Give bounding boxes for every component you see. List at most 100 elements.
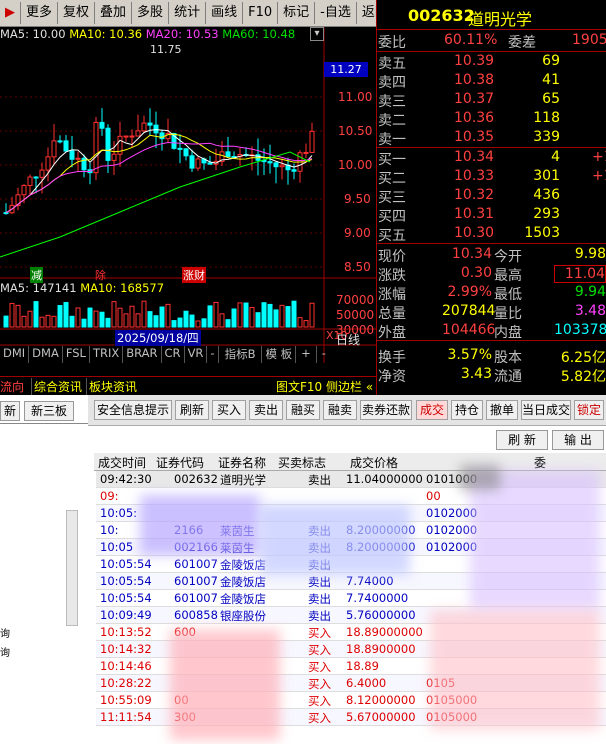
stat-row[interactable]: 涨幅 2.99% 最低 9.94 [376,284,606,303]
tab-plus[interactable]: + [296,346,317,363]
collapse-icon[interactable]: ▾ [310,27,324,41]
stat-label: 总量 [378,306,406,322]
export-button[interactable]: 输 出 [552,430,604,450]
cell-side: 买入 [308,694,331,708]
margin-buy-button[interactable]: 融买 [286,400,320,420]
lock-button[interactable]: 锁定 [574,400,604,420]
col-code[interactable]: 证券代码 [156,454,204,471]
sub-refresh-button[interactable]: 刷 新 [496,430,548,450]
tab-sector-news[interactable]: 板块资讯 [86,378,137,395]
stat-row[interactable]: 净资 3.43 流通 5.82亿 [376,366,606,385]
order-price: 10.38 [454,72,495,88]
cell-price: 11.04000000 [346,472,423,486]
cell-name: 金陵饭店 [220,592,266,606]
tab-vr[interactable]: VR [185,346,208,363]
toolbar-draw[interactable]: 画线 [206,2,244,24]
kline-chart[interactable]: MA5: 10.00 MA10: 10.36 MA20: 10.53 MA60:… [0,27,376,363]
cell-code: 601007 [174,557,218,571]
logo-icon[interactable]: ▶ [0,2,21,24]
toolbar-more[interactable]: 更多 [21,2,59,24]
col-price[interactable]: 成交价格 [350,454,398,471]
sell-button[interactable]: 卖出 [249,400,283,420]
tab-flow[interactable]: 流向 [0,378,24,395]
tab-news[interactable]: 综合资讯 [31,378,82,395]
refresh-button[interactable]: 刷新 [175,400,209,420]
sell-level-row[interactable]: 卖五 10.39 69 [376,53,606,72]
col-side[interactable]: 买卖标志 [278,454,326,471]
cell-code: 600858 [174,608,218,622]
sell-level-row[interactable]: 卖四 10.38 41 [376,72,606,91]
trades-button[interactable]: 成交 [416,400,448,420]
ma60-legend: MA60: 10.48 [222,27,296,41]
sell-level-row[interactable]: 卖三 10.37 65 [376,91,606,110]
toolbar-stats[interactable]: 统计 [169,2,207,24]
tab-trix[interactable]: TRIX [90,346,124,363]
left-scrollbar[interactable] [66,510,78,626]
cell-price: 7.7400000 [346,591,409,605]
tab-f10[interactable]: 图文F10 [276,378,322,395]
left-label: 询 [0,629,10,640]
candle [177,147,183,150]
safety-info-button[interactable]: 安全信息提示 [94,400,172,420]
left-label: 询 [0,648,10,659]
buy-level-row[interactable]: 买四 10.31 293 [376,206,606,225]
stat-row[interactable]: 外盘 104466 内盘 103378 [376,322,606,341]
today-trades-button[interactable]: 当日成交 [521,400,571,420]
kline-svg [0,27,376,363]
table-header: 成交时间 证券代码 证券名称 买卖标志 成交价格 委 [94,453,606,471]
volume-bar [189,314,195,328]
tab-brar[interactable]: BRAR [123,346,162,363]
cell-price: 5.76000000 [346,608,416,622]
toolbar-fuquan[interactable]: 复权 [58,2,96,24]
candle [267,161,273,164]
order-level-label: 卖四 [378,75,406,91]
tab-sidebar[interactable]: 侧边栏 « [326,378,373,395]
cell-time: 10:05: [100,506,138,520]
toolbar-overlay[interactable]: 叠加 [95,2,133,24]
tab-minus[interactable]: - [317,346,331,363]
volume-bar [15,304,21,328]
buy-level-row[interactable]: 买一 10.34 4 +1 [376,149,606,168]
sell-level-row[interactable]: 卖一 10.35 339 [376,129,606,148]
sell-repay-button[interactable]: 卖券还款 [360,400,412,420]
tab-dmi[interactable]: DMI [0,346,30,363]
col-time[interactable]: 成交时间 [98,454,146,471]
buy-button[interactable]: 买入 [212,400,246,420]
chart-bottom-tabs: 流向 综合资讯 板块资讯 图文F10 侧边栏 « [0,376,376,395]
tab-dash[interactable]: - [207,346,219,363]
positions-button[interactable]: 持仓 [451,400,483,420]
tab-neeq[interactable]: 新三板 [24,401,74,421]
vol-legend: MA5: 147141 MA10: 168577 [0,281,164,295]
col-order[interactable]: 委 [534,454,546,471]
toolbar-self[interactable]: -自选 [315,2,357,24]
period-label[interactable]: 日线 [336,331,360,348]
cell-time: 09:42:30 [100,472,152,486]
tab-template[interactable]: 模 板 [262,346,297,363]
order-level-label: 卖二 [378,113,406,129]
stat-label: 涨幅 [378,287,406,303]
tab-fsl[interactable]: FSL [63,346,90,363]
volume-bar [285,306,291,328]
stat-row[interactable]: 换手 3.57% 股本 6.25亿 [376,347,606,366]
tab-new[interactable]: 新 [0,401,20,421]
tab-indicator-b[interactable]: 指标B [219,346,263,363]
buy-level-row[interactable]: 买二 10.33 301 +10 [376,168,606,187]
stat-row[interactable]: 总量 207844 量比 3.48 [376,303,606,322]
stat-label: 内盘 [494,325,522,341]
candle [69,150,75,160]
order-level-label: 卖一 [378,132,406,148]
tab-cr[interactable]: CR [162,346,185,363]
sell-level-row[interactable]: 卖二 10.36 118 [376,110,606,129]
buy-level-row[interactable]: 买三 10.32 436 [376,187,606,206]
cancel-order-button[interactable]: 撤单 [486,400,518,420]
toolbar-multi[interactable]: 多股 [132,2,170,24]
toolbar-mark[interactable]: 标记 [278,2,316,24]
buy-level-row[interactable]: 买五 10.30 1503 [376,225,606,244]
col-name[interactable]: 证券名称 [218,454,266,471]
stat-row[interactable]: 现价 10.34 今开 9.98 [376,246,606,265]
toolbar-f10[interactable]: F10 [243,2,279,24]
tab-dma[interactable]: DMA [29,346,63,363]
event-label[interactable]: 涨财 [182,267,206,283]
margin-sell-button[interactable]: 融卖 [323,400,357,420]
stat-row[interactable]: 涨跌 0.30 最高 11.04 [376,265,606,284]
